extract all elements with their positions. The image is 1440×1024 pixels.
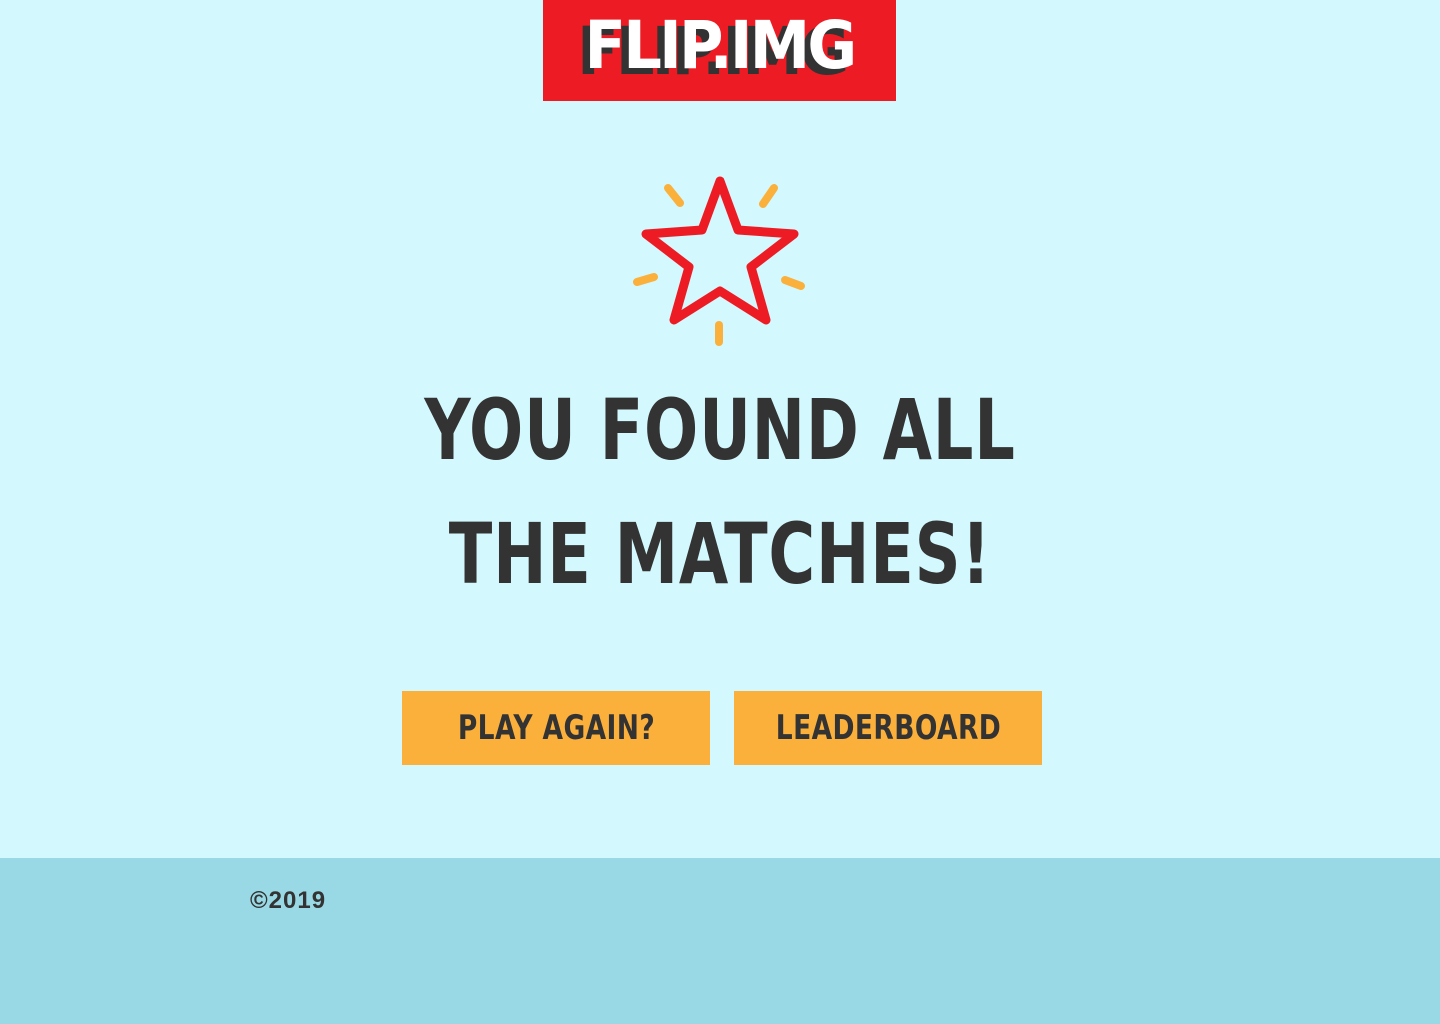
sparkle-top-right [759, 184, 778, 208]
play-again-label: PLAY AGAIN? [457, 708, 655, 748]
star-icon-svg [633, 176, 805, 346]
sparkle-right [781, 276, 805, 290]
logo[interactable]: FLIP.IMG [543, 0, 896, 101]
leaderboard-button[interactable]: LEADERBOARD [734, 691, 1042, 765]
logo-text: FLIP.IMG [584, 7, 858, 84]
play-again-button[interactable]: PLAY AGAIN? [402, 691, 710, 765]
star-burst-icon [630, 172, 810, 352]
star-outline [641, 176, 799, 325]
copyright: ©2019 [250, 887, 327, 914]
leaderboard-label: LEADERBOARD [775, 708, 1001, 748]
sparkle-left [633, 273, 658, 286]
page: FLIP.IMG YOU FOUND ALL THE MATCHES! PLAY… [0, 0, 1440, 1024]
sparkle-top-left [664, 184, 684, 207]
headline-line-1: YOU FOUND ALL [424, 381, 1016, 479]
sparkles [633, 184, 805, 346]
completion-headline: YOU FOUND ALL THE MATCHES! [320, 368, 1120, 616]
footer: ©2019 [0, 858, 1440, 1024]
headline-line-2: THE MATCHES! [448, 505, 992, 603]
